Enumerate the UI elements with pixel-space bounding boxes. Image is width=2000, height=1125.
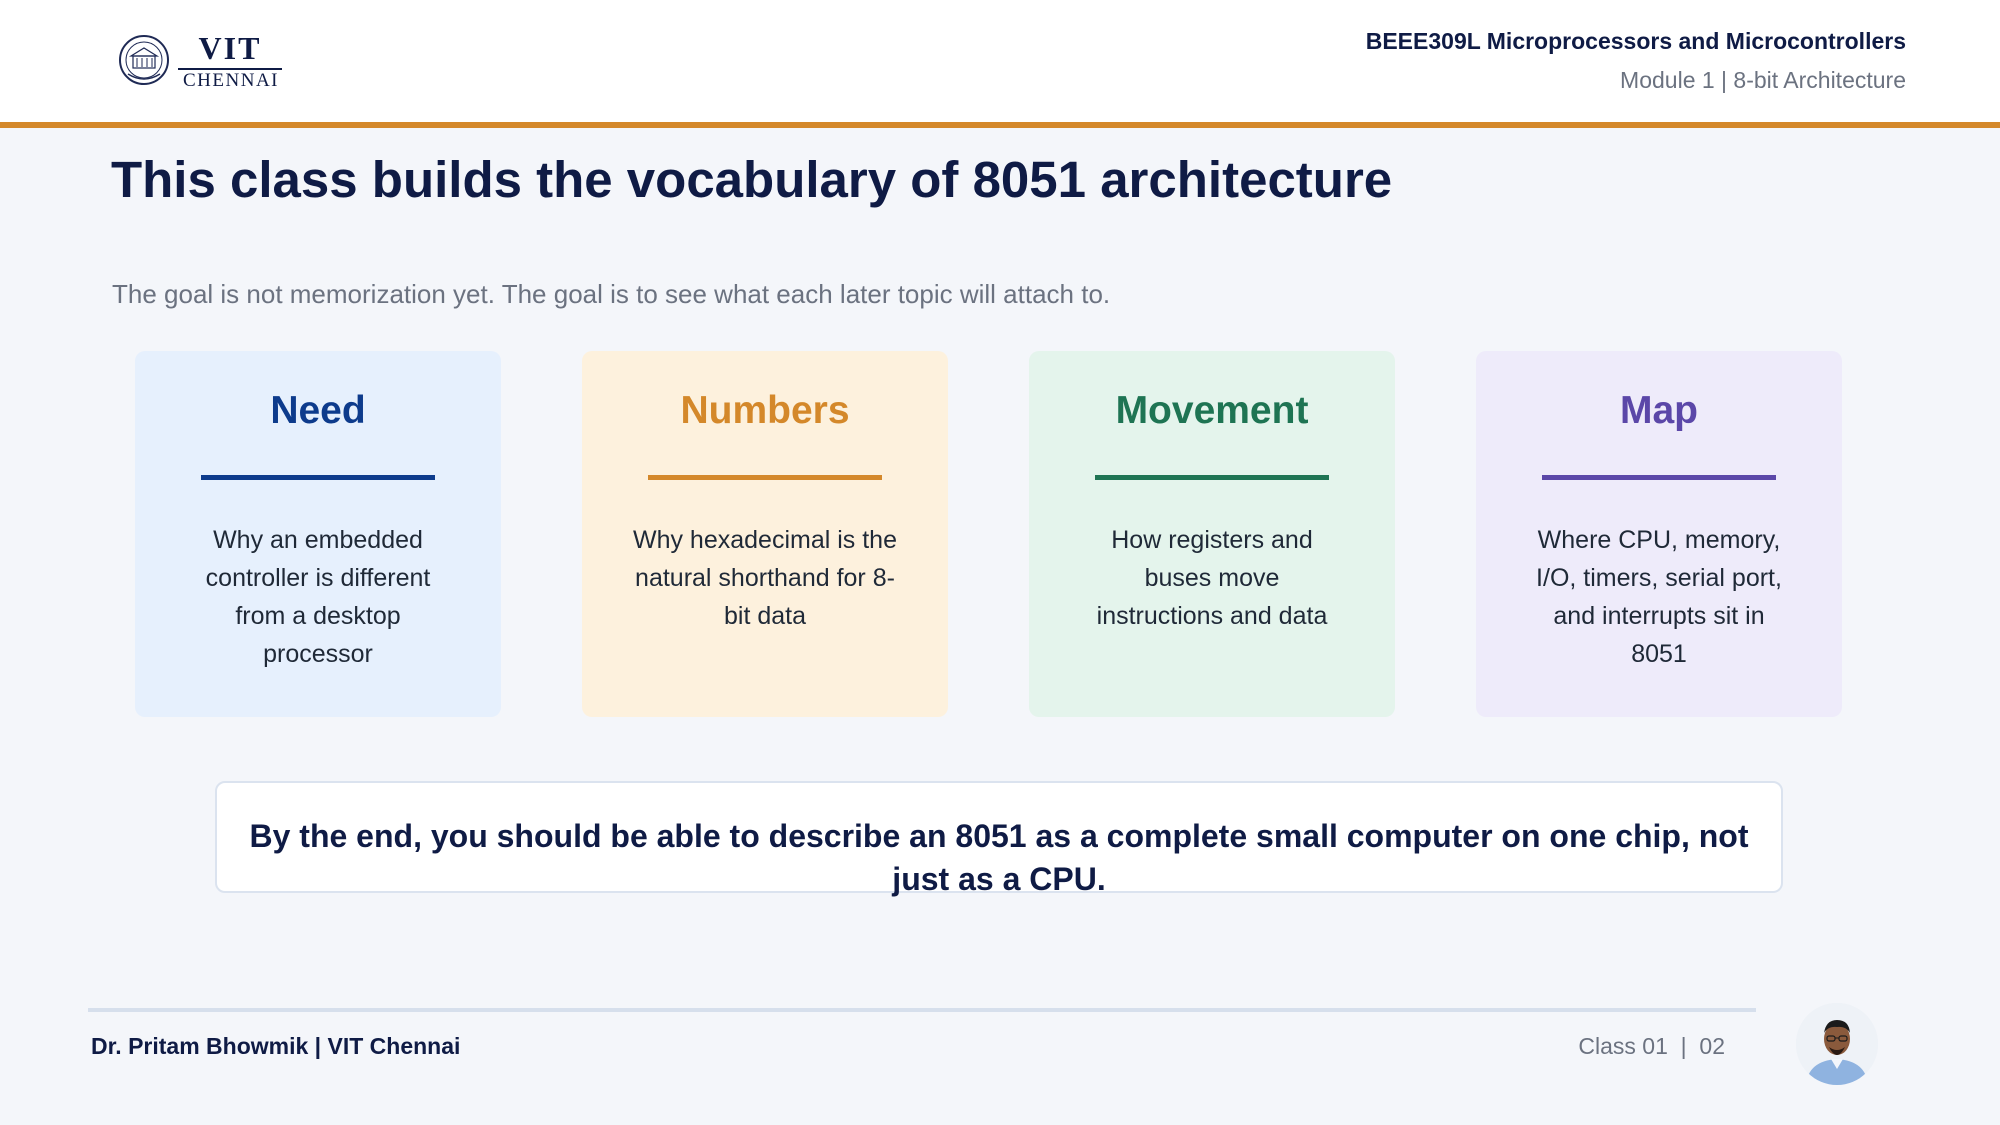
logo-vit-text: VIT — [198, 30, 262, 66]
person-icon — [1796, 1003, 1878, 1085]
presenter-avatar — [1796, 1003, 1878, 1085]
university-seal-icon — [119, 35, 169, 85]
card-body: Why hexadecimal is the natural shorthand… — [632, 526, 897, 630]
slide-subtitle: The goal is not memorization yet. The go… — [112, 279, 1111, 309]
card-numbers: Numbers Why hexadecimal is the natural s… — [582, 351, 948, 717]
module-label: Module 1 | 8-bit Architecture — [1620, 67, 1906, 93]
footer-divider — [88, 1008, 1756, 1012]
card-divider — [1542, 475, 1776, 480]
card-movement: Movement How registers and buses move in… — [1029, 351, 1395, 717]
course-title: BEEE309L Microprocessors and Microcontro… — [1365, 28, 1906, 54]
slide-header: VIT CHENNAI BEEE309L Microprocessors and… — [0, 0, 2000, 128]
card-divider — [201, 475, 435, 480]
card-map: Map Where CPU, memory, I/O, timers, seri… — [1476, 351, 1842, 717]
logo-chennai-text: CHENNAI — [183, 70, 279, 91]
card-title: Movement — [1115, 389, 1309, 432]
vit-chennai-logo: VIT CHENNAI — [118, 30, 288, 92]
conclusion-box: By the end, you should be able to descri… — [215, 781, 1783, 897]
card-body: Where CPU, memory, I/O, timers, serial p… — [1536, 526, 1782, 668]
slide-title: This class builds the vocabulary of 8051… — [111, 151, 1393, 208]
card-title: Map — [1620, 389, 1698, 432]
card-title: Numbers — [680, 389, 850, 432]
presenter-label: Dr. Pritam Bhowmik | VIT Chennai — [91, 1033, 461, 1059]
card-need: Need Why an embedded controller is diffe… — [135, 351, 501, 717]
card-divider — [648, 475, 882, 480]
card-title: Need — [270, 389, 366, 432]
card-body: Why an embedded controller is different … — [205, 526, 431, 668]
conclusion-text: By the end, you should be able to descri… — [249, 818, 1749, 897]
class-page-label: Class 01 | 02 — [1578, 1033, 1725, 1059]
card-body: How registers and buses move instruction… — [1096, 526, 1328, 630]
card-divider — [1095, 475, 1329, 480]
